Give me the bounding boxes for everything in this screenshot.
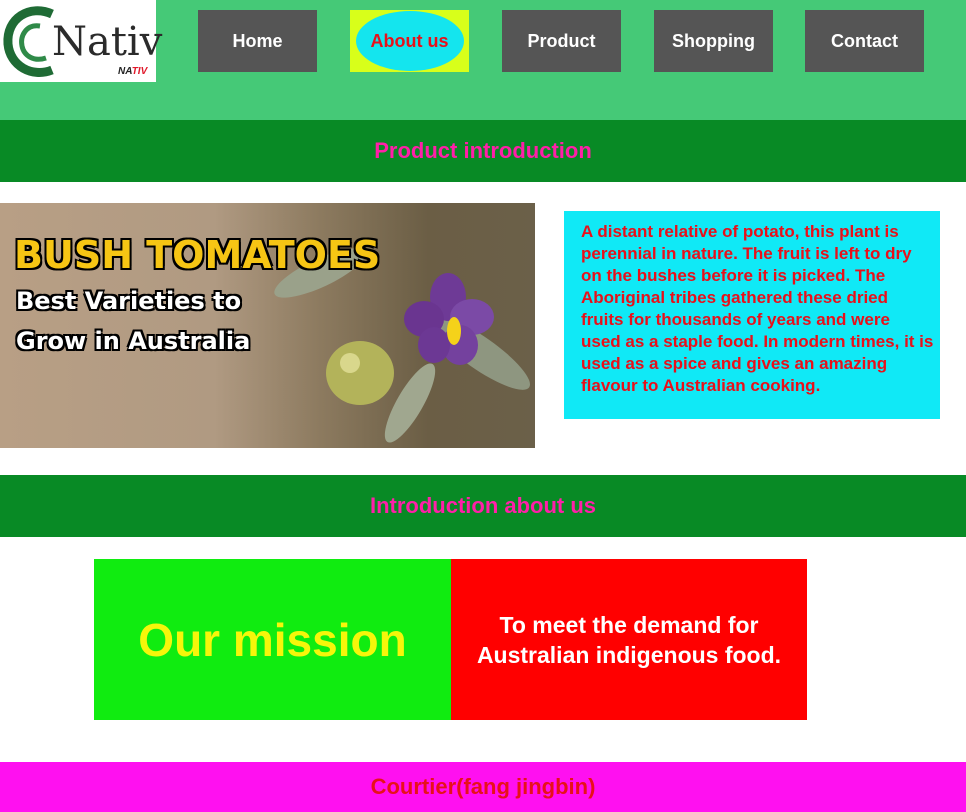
nav-home-button[interactable]: Home [198,10,317,72]
site-header: Nativ NATIV Home About us Product Shoppi… [0,0,966,120]
nav-about-label: About us [370,30,449,51]
nav-about-pill: About us [355,11,464,71]
nav-contact-button[interactable]: Contact [805,10,924,72]
mission-text: To meet the demand for Australian indige… [451,559,807,720]
nav-shopping-button[interactable]: Shopping [654,10,773,72]
mission-heading: Our mission [94,559,451,720]
nav-product-label: Product [527,30,596,51]
nav-home-label: Home [232,30,283,51]
nav-product-button[interactable]: Product [502,10,621,72]
nav-contact-label: Contact [831,30,898,51]
hero-title: BUSH TOMATOES [14,233,381,277]
logo-brand: Nativ [52,19,163,65]
footer-text: Courtier(fang jingbin) [370,774,596,799]
product-intro-heading: Product introduction [0,120,966,182]
hero-line-2: Grow in Australia [16,327,251,355]
hero-line-1: Best Varieties to [16,287,242,315]
logo[interactable]: Nativ NATIV [0,0,162,82]
bush-tomato-image: BUSH TOMATOES Best Varieties to Grow in … [0,203,535,448]
nav-about-button[interactable]: About us [350,10,469,72]
product-description: A distant relative of potato, this plant… [564,211,940,419]
nav-shopping-label: Shopping [672,30,755,51]
logo-swirl-icon [3,6,54,77]
footer: Courtier(fang jingbin) [0,762,966,812]
about-intro-heading: Introduction about us [0,475,966,537]
logo-subtext: NATIV [118,66,148,77]
